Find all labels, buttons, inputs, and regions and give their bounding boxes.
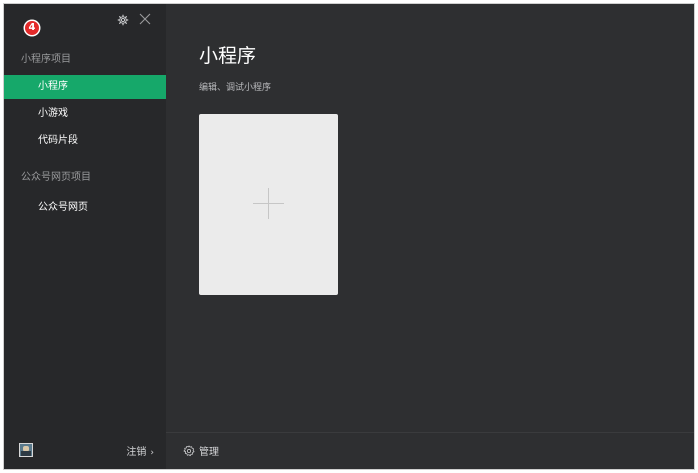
sidebar-item-code-snippets[interactable]: 代码片段 — [4, 129, 166, 153]
main-panel: 小程序 编辑、调试小程序 管理 — [166, 4, 694, 469]
notification-badge[interactable]: 4 — [25, 21, 39, 35]
app-window: 4 小程序项目 小程序 小游戏 代码片段 公众号网页项目 公众号网页 注销 › 小… — [3, 3, 695, 470]
add-project-card[interactable] — [199, 114, 338, 295]
sidebar-item-official-account-web[interactable]: 公众号网页 — [4, 196, 166, 220]
sidebar-item-miniprogram[interactable]: 小程序 — [4, 75, 166, 99]
sidebar-item-minigame[interactable]: 小游戏 — [4, 102, 166, 126]
sidebar-footer: 注销 › — [4, 433, 166, 469]
close-icon[interactable] — [139, 13, 151, 25]
chevron-right-icon: › — [150, 448, 154, 458]
manage-label: 管理 — [199, 447, 219, 458]
main-footer: 管理 — [166, 432, 694, 469]
manage-button[interactable]: 管理 — [183, 443, 219, 458]
gear-icon[interactable] — [117, 14, 129, 26]
logout-button[interactable]: 注销 › — [126, 443, 154, 458]
avatar[interactable] — [19, 443, 33, 457]
section-title-miniprogram: 小程序项目 — [21, 54, 71, 65]
page-subtitle: 编辑、调试小程序 — [199, 83, 272, 93]
logout-label: 注销 — [126, 447, 147, 458]
section-title-official-account: 公众号网页项目 — [21, 172, 91, 183]
page-title: 小程序 — [199, 45, 257, 67]
sidebar: 4 小程序项目 小程序 小游戏 代码片段 公众号网页项目 公众号网页 注销 › — [4, 4, 166, 469]
gear-icon — [183, 445, 195, 457]
